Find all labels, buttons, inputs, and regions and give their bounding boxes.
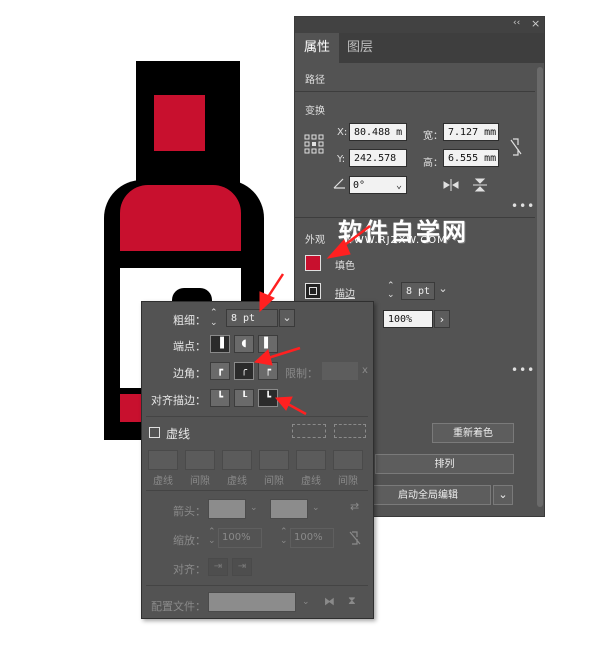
annotation-arrows <box>253 225 371 416</box>
arrow-to-round-join <box>253 346 301 366</box>
arrow-to-weight <box>259 273 285 313</box>
arrow-to-fill-swatch <box>326 225 371 259</box>
arrow-to-align-outside <box>274 396 307 416</box>
